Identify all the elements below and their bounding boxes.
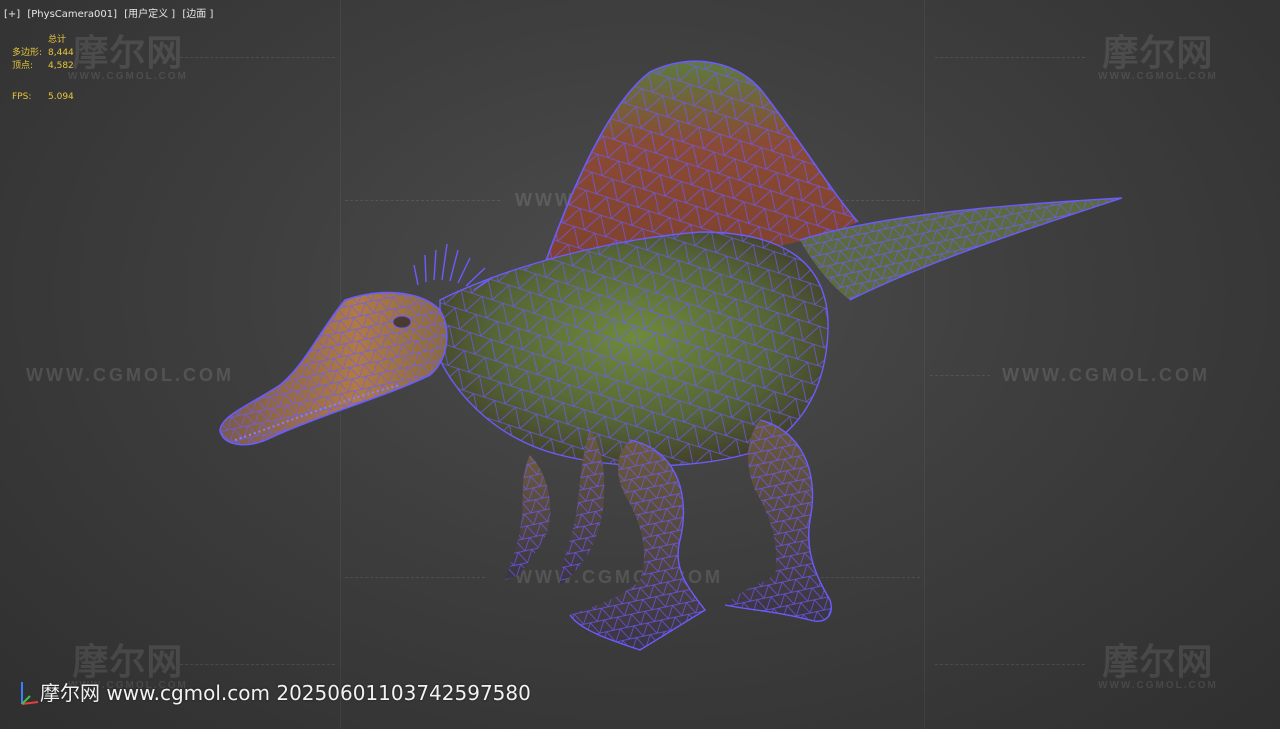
footer-watermark-text: 摩尔网 www.cgmol.com 20250601103742597580 <box>40 681 531 705</box>
polygons-value: 8,444 <box>48 48 74 58</box>
vertices-label: 顶点: <box>12 61 34 71</box>
head-mesh <box>219 291 448 446</box>
fps-value: 5.094 <box>48 92 74 102</box>
axis-gizmo-icon <box>21 682 39 705</box>
viewport-statistics: 总计 多边形: 8,444 顶点: 4,582 FPS: 5.094 <box>12 34 88 104</box>
fps-label: FPS: <box>12 92 32 102</box>
viewport-shading-menu[interactable]: [用户定义 ] <box>124 9 175 20</box>
viewport-label: [+] [PhysCamera001] [用户定义 ] [边面 ] <box>4 5 217 20</box>
vertices-value: 4,582 <box>48 61 74 71</box>
stats-header: 总计 <box>48 35 67 45</box>
viewport-menu-plus[interactable]: [+] <box>4 9 20 20</box>
polygons-label: 多边形: <box>12 48 43 58</box>
spinosaurus-wireframe-model[interactable] <box>0 0 1280 729</box>
viewport-display-menu[interactable]: [边面 ] <box>182 9 213 20</box>
3d-viewport[interactable]: 摩尔网 WWW.CGMOL.COM 摩尔网 WWW.CGMOL.COM 摩尔网 … <box>0 0 1280 729</box>
viewport-camera-menu[interactable]: [PhysCamera001] <box>27 9 117 20</box>
